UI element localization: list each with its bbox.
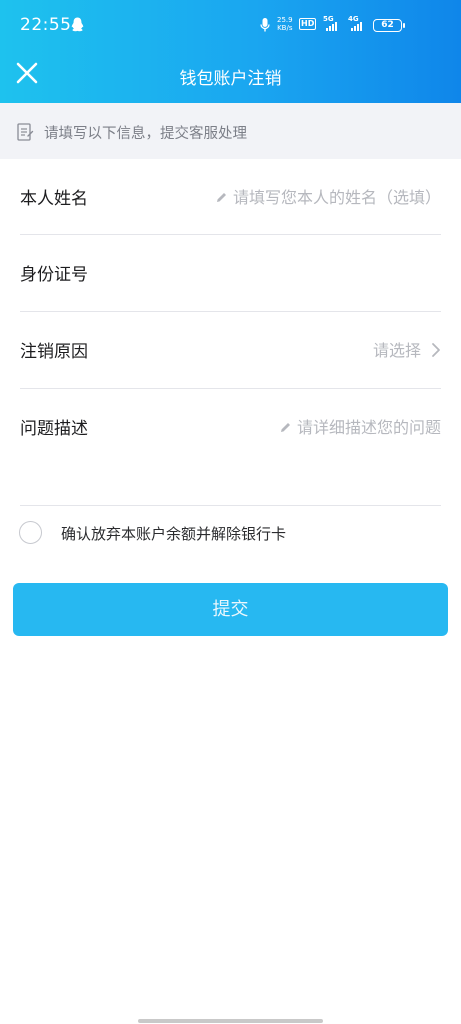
reason-select[interactable]: 请选择	[373, 337, 441, 361]
status-time: 22:55	[20, 15, 72, 35]
qq-icon	[71, 17, 84, 32]
description-label: 问题描述	[20, 419, 88, 439]
notice-banner: 请填写以下信息，提交客服处理	[0, 103, 461, 159]
name-label: 本人姓名	[20, 189, 88, 209]
header-bar: 22:55 25.9 KB/s HD 5G 4G 62 钱包账户注销	[0, 0, 461, 103]
name-field-row[interactable]: 本人姓名 请填写您本人的姓名（选填）	[20, 158, 441, 235]
net-speed-unit: KB/s	[277, 24, 293, 32]
description-placeholder: 请详细描述您的问题	[296, 418, 441, 437]
id-number-label: 身份证号	[20, 265, 88, 285]
hd-volte-icon: HD	[299, 18, 317, 30]
reason-field-row[interactable]: 注销原因 请选择	[20, 312, 441, 389]
status-bar: 22:55 25.9 KB/s HD 5G 4G 62	[0, 0, 461, 46]
name-placeholder: 请填写您本人的姓名（选填）	[232, 188, 441, 207]
network-speed: 25.9 KB/s	[277, 16, 293, 32]
signal-5g-icon: 5G	[323, 15, 345, 31]
reason-hint: 请选择	[372, 341, 421, 360]
notice-text: 请填写以下信息，提交客服处理	[44, 126, 247, 142]
pencil-icon	[280, 423, 290, 432]
chevron-right-icon	[432, 343, 440, 357]
microphone-icon	[260, 18, 270, 32]
page-title: 钱包账户注销	[179, 69, 282, 89]
signal-4g-icon: 4G	[348, 15, 370, 31]
home-indicator[interactable]	[138, 1019, 323, 1023]
nav-bar: 钱包账户注销	[0, 46, 461, 103]
net-speed-value: 25.9	[277, 16, 293, 24]
form-icon	[17, 123, 34, 141]
pencil-icon	[216, 193, 226, 202]
reason-label: 注销原因	[20, 342, 88, 362]
consent-checkbox[interactable]	[19, 521, 42, 544]
description-textarea[interactable]: 请详细描述您的问题	[279, 414, 441, 438]
submit-button[interactable]: 提交	[13, 583, 448, 636]
name-input[interactable]: 请填写您本人的姓名（选填）	[215, 184, 441, 208]
id-number-field-row[interactable]: 身份证号	[20, 235, 441, 312]
description-field-row[interactable]: 问题描述 请详细描述您的问题	[20, 389, 441, 506]
consent-text: 确认放弃本账户余额并解除银行卡	[61, 525, 287, 543]
battery-icon: 62	[373, 19, 405, 32]
